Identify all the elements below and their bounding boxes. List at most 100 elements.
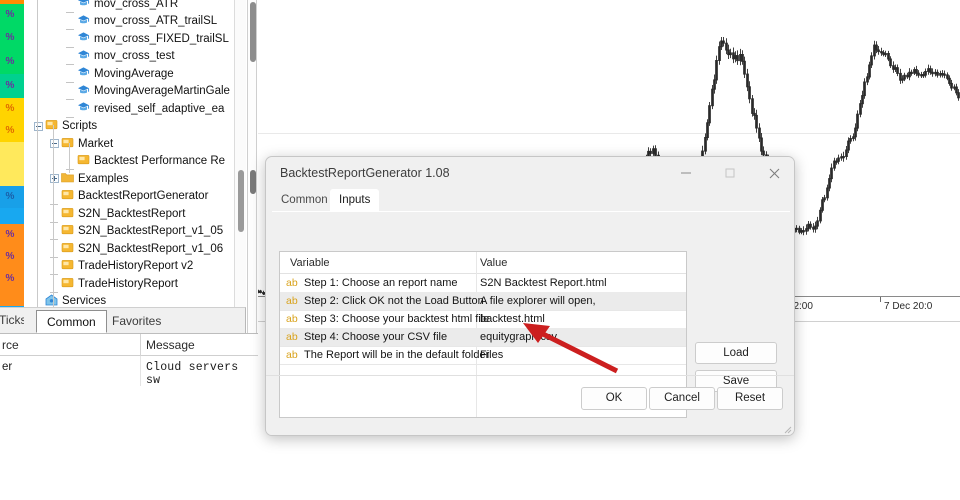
ab-string-icon: ab bbox=[286, 349, 298, 361]
ab-string-icon: ab bbox=[286, 295, 298, 307]
tree-item-s2n-backtestreport[interactable]: S2N_BacktestReport bbox=[24, 205, 245, 223]
ab-string-icon: ab bbox=[286, 313, 298, 325]
market-watch-band: % bbox=[0, 120, 24, 142]
terminal-col-message[interactable]: Message bbox=[146, 338, 195, 352]
tree-item-label: mov_cross_ATR_trailSL bbox=[94, 15, 218, 28]
close-button[interactable] bbox=[752, 157, 794, 189]
market-watch-band: % bbox=[0, 224, 24, 246]
market-watch-band bbox=[0, 290, 24, 306]
outer-scroll-thumb[interactable] bbox=[250, 2, 256, 62]
outer-scroll-thumb-2[interactable] bbox=[250, 170, 256, 194]
resize-grip-icon[interactable] bbox=[782, 424, 792, 434]
tree-item-tradehistoryreport[interactable]: TradeHistoryReport bbox=[24, 275, 245, 293]
tree-item-mov-cross-test[interactable]: mov_cross_test bbox=[24, 48, 245, 66]
inputs-grid-row[interactable]: ab Step 4: Choose your CSV file equitygrap… bbox=[280, 328, 686, 346]
tree-item-mov-cross-fixed-trailsl[interactable]: mov_cross_FIXED_trailSL bbox=[24, 30, 245, 48]
script-icon bbox=[61, 224, 74, 238]
folder-icon bbox=[61, 172, 74, 186]
reset-button[interactable]: Reset bbox=[717, 387, 783, 410]
tree-item-movingaveragemartingale[interactable]: MovingAverageMartinGale bbox=[24, 83, 245, 101]
market-watch-band: % bbox=[0, 186, 24, 208]
collapse-icon[interactable] bbox=[34, 121, 43, 131]
collapse-icon[interactable] bbox=[50, 139, 59, 149]
terminal-journal[interactable]: rce Message er Cloud servers sw bbox=[0, 333, 258, 500]
tree-item-s2n-backtestreport-v1-05[interactable]: S2N_BacktestReport_v1_05 bbox=[24, 223, 245, 241]
maximize-button[interactable] bbox=[708, 157, 752, 189]
inputs-grid-row[interactable]: ab Step 1: Choose an report name S2N Backt… bbox=[280, 274, 686, 292]
tree-item-mov-cross-atr-trailsl[interactable]: mov_cross_ATR_trailSL bbox=[24, 13, 245, 31]
ticks-tab[interactable]: Ticks bbox=[0, 313, 27, 327]
navigator-scrollbar[interactable] bbox=[234, 0, 246, 307]
script-icon bbox=[61, 242, 74, 256]
navigator-tabs[interactable]: Common Favorites bbox=[24, 307, 246, 333]
navigator-tree[interactable]: mov_cross_ATR mov_cross_ATR_trailSL mov_cr… bbox=[24, 0, 246, 307]
services-icon bbox=[45, 294, 58, 307]
tree-item-scripts[interactable]: Scripts bbox=[24, 118, 245, 136]
tree-item-label: TradeHistoryReport v2 bbox=[78, 260, 194, 273]
tree-item-market[interactable]: Market bbox=[24, 135, 245, 153]
expert-advisor-icon bbox=[77, 84, 90, 99]
tree-item-backtest-performance-re[interactable]: Backtest Performance Re bbox=[24, 153, 245, 171]
input-variable-name: Step 4: Choose your CSV file bbox=[304, 331, 448, 343]
axis-label-2: 7 Dec 20:0 bbox=[884, 301, 933, 312]
tree-item-backtestreportgenerator[interactable]: BacktestReportGenerator bbox=[24, 188, 245, 206]
terminal-col-divider bbox=[140, 334, 141, 356]
input-variable-value[interactable]: backtest.html bbox=[480, 313, 545, 325]
market-watch-band bbox=[0, 164, 24, 186]
dialog-title: BacktestReportGenerator 1.08 bbox=[280, 166, 450, 180]
column-header-value[interactable]: Value bbox=[480, 257, 507, 269]
ok-button[interactable]: OK bbox=[581, 387, 647, 410]
terminal-col-source[interactable]: rce bbox=[2, 338, 19, 352]
input-variable-value[interactable]: equitygraph.csv bbox=[480, 331, 557, 343]
expand-icon[interactable] bbox=[50, 174, 59, 184]
tree-item-label: Backtest Performance Re bbox=[94, 155, 226, 168]
percent-icon: % bbox=[5, 125, 15, 136]
tree-item-examples[interactable]: Examples bbox=[24, 170, 245, 188]
tree-item-label: TradeHistoryReport bbox=[78, 277, 178, 290]
tree-item-s2n-backtestreport-v1-06[interactable]: S2N_BacktestReport_v1_06 bbox=[24, 240, 245, 258]
tree-item-mov-cross-atr[interactable]: mov_cross_ATR bbox=[24, 0, 245, 13]
tree-item-label: S2N_BacktestReport_v1_05 bbox=[78, 225, 224, 238]
tree-item-services[interactable]: Services bbox=[24, 293, 245, 307]
market-watch-color-strip[interactable]: %%%%%%%%%%%%% bbox=[0, 0, 24, 310]
script-folder-icon bbox=[61, 137, 74, 151]
minimize-button[interactable] bbox=[664, 157, 708, 189]
market-watch-band: % bbox=[0, 74, 24, 98]
outer-scrollbar[interactable] bbox=[247, 0, 257, 333]
navigator-scroll-thumb[interactable] bbox=[238, 170, 244, 232]
tab-inputs[interactable]: Inputs bbox=[330, 189, 380, 211]
load-button[interactable]: Load bbox=[695, 342, 777, 364]
input-variable-name: Step 3: Choose your backtest html file bbox=[304, 313, 490, 325]
script-icon bbox=[61, 189, 74, 203]
tab-common[interactable]: Common bbox=[272, 189, 337, 211]
navigator-tab-common[interactable]: Common bbox=[36, 310, 107, 333]
backtest-report-generator-dialog[interactable]: BacktestReportGenerator 1.08 Common Inpu… bbox=[265, 156, 795, 436]
tree-item-label: Services bbox=[62, 295, 107, 307]
grid-row-separator bbox=[280, 364, 686, 365]
market-watch-band bbox=[0, 208, 24, 224]
column-header-variable[interactable]: Variable bbox=[290, 257, 330, 269]
market-watch-band: % bbox=[0, 4, 24, 26]
dialog-titlebar[interactable]: BacktestReportGenerator 1.08 bbox=[266, 157, 794, 189]
input-variable-value[interactable]: A file explorer will open, bbox=[480, 295, 596, 307]
cancel-button[interactable]: Cancel bbox=[649, 387, 715, 410]
inputs-grid-row[interactable]: ab The Report will be in the default fold… bbox=[280, 346, 686, 364]
inputs-grid-row[interactable]: ab Step 2: Click OK not the Load Button A … bbox=[280, 292, 686, 310]
expert-advisor-icon bbox=[77, 66, 90, 81]
tree-item-tradehistoryreport-v2[interactable]: TradeHistoryReport v2 bbox=[24, 258, 245, 276]
market-watch-band: % bbox=[0, 268, 24, 290]
tree-item-movingaverage[interactable]: MovingAverage bbox=[24, 65, 245, 83]
input-variable-value[interactable]: Files bbox=[480, 349, 503, 361]
tree-item-label: Scripts bbox=[62, 120, 98, 133]
navigator-tab-favorites[interactable]: Favorites bbox=[102, 310, 171, 333]
percent-icon: % bbox=[5, 32, 15, 43]
percent-icon: % bbox=[5, 229, 15, 240]
inputs-grid-row[interactable]: ab Step 3: Choose your backtest html file… bbox=[280, 310, 686, 328]
expert-advisor-icon bbox=[77, 31, 90, 46]
percent-icon: % bbox=[5, 56, 15, 67]
tree-item-label: revised_self_adaptive_ea bbox=[94, 102, 225, 115]
tree-item-revised-self-adaptive-ea[interactable]: revised_self_adaptive_ea bbox=[24, 100, 245, 118]
tree-item-label: Market bbox=[78, 137, 114, 150]
input-variable-value[interactable]: S2N Backtest Report.html bbox=[480, 277, 607, 289]
market-watch-band: % bbox=[0, 50, 24, 74]
